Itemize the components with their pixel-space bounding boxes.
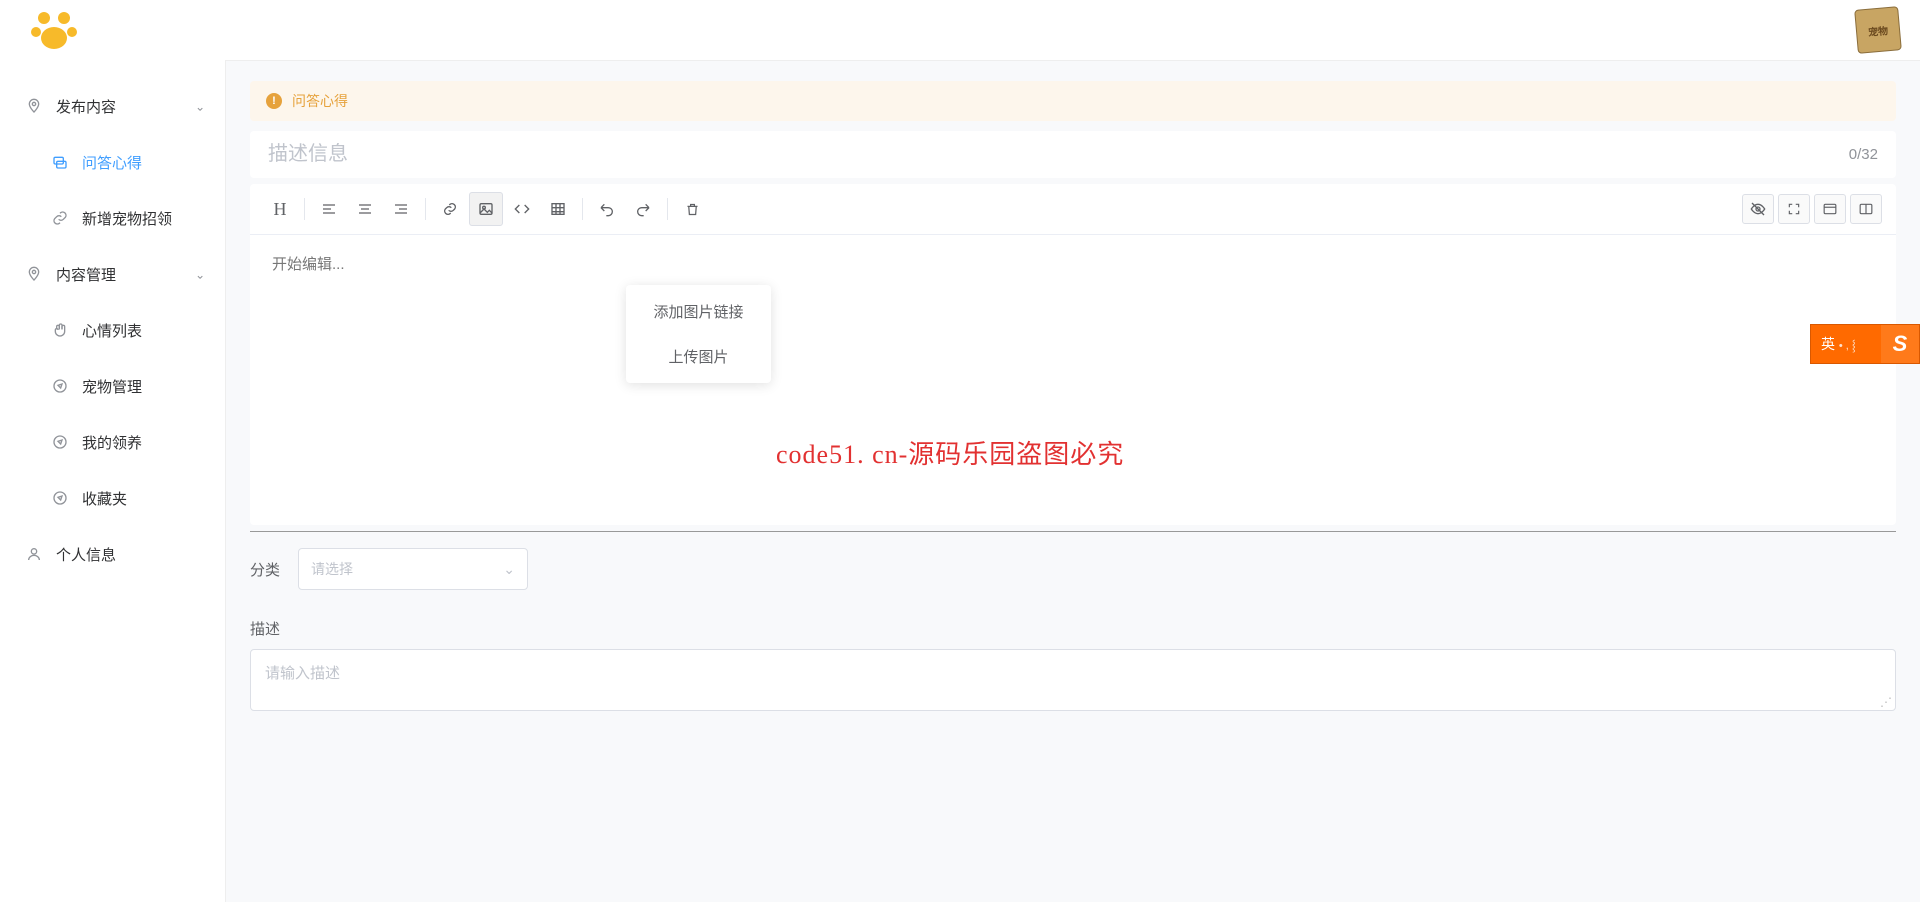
link-chain-icon (50, 210, 70, 226)
sidebar-item-label: 个人信息 (56, 544, 116, 565)
ime-language-label[interactable]: 英 • , ⸾ (1811, 334, 1864, 354)
textarea-placeholder: 请输入描述 (265, 665, 340, 682)
location-icon (24, 98, 44, 114)
read-mode-button[interactable] (1814, 194, 1846, 224)
rich-editor: H (250, 184, 1896, 525)
sidebar-item-label: 收藏夹 (82, 488, 127, 509)
watermark-text: code51. cn-源码乐园盗图必究 (776, 434, 1124, 471)
align-right-button[interactable] (384, 192, 418, 226)
sidebar-group-label: 内容管理 (56, 264, 116, 285)
split-button[interactable] (1850, 194, 1882, 224)
sidebar-item-qa[interactable]: 问答心得 (0, 134, 225, 190)
chevron-up-icon: ⌃ (195, 99, 205, 113)
hand-icon (50, 322, 70, 338)
separator (425, 198, 426, 220)
undo-button[interactable] (590, 192, 624, 226)
location-icon (24, 266, 44, 282)
title-counter: 0/32 (1849, 146, 1878, 163)
redo-button[interactable] (626, 192, 660, 226)
sidebar-item-label: 问答心得 (82, 152, 142, 173)
dropdown-item-link[interactable]: 添加图片链接 (626, 289, 771, 334)
sidebar-item-new-pet[interactable]: 新增宠物招领 (0, 190, 225, 246)
alert-icon: ! (266, 93, 282, 109)
category-row: 分类 请选择 ⌄ (250, 548, 1896, 590)
dropdown-item-upload[interactable]: 上传图片 (626, 334, 771, 379)
header: 宠物 (0, 0, 1920, 60)
sidebar-item-profile[interactable]: 个人信息 (0, 526, 225, 582)
sidebar-item-mood[interactable]: 心情列表 (0, 302, 225, 358)
link-button[interactable] (433, 192, 467, 226)
user-icon (24, 546, 44, 562)
sidebar-item-label: 心情列表 (82, 320, 142, 341)
separator (304, 198, 305, 220)
compass-icon (50, 378, 70, 394)
editor-toolbar: H (250, 184, 1896, 235)
logo-paw-icon[interactable] (30, 6, 78, 54)
ime-floating-bar[interactable]: 英 • , ⸾ S (1810, 324, 1920, 364)
title-input[interactable] (268, 143, 1849, 166)
title-row: 0/32 (250, 131, 1896, 178)
desc-label: 描述 (250, 618, 1896, 639)
compass-icon (50, 434, 70, 450)
sidebar-item-label: 新增宠物招领 (82, 208, 172, 229)
fullscreen-button[interactable] (1778, 194, 1810, 224)
main-content: ! 问答心得 0/32 H (225, 60, 1920, 902)
chevron-up-icon: ⌃ (195, 267, 205, 281)
desc-textarea[interactable]: 请输入描述 (250, 649, 1896, 711)
image-dropdown: 添加图片链接 上传图片 (626, 285, 771, 383)
sidebar-item-label: 宠物管理 (82, 376, 142, 397)
breadcrumb-banner: ! 问答心得 (250, 81, 1896, 121)
preview-button[interactable] (1742, 194, 1774, 224)
breadcrumb-label: 问答心得 (292, 91, 348, 111)
sidebar-group-label: 发布内容 (56, 96, 116, 117)
align-center-button[interactable] (348, 192, 382, 226)
sidebar: 发布内容 ⌃ 问答心得 新增宠物招领 内容管理 ⌃ 心情列表 (0, 60, 225, 902)
table-button[interactable] (541, 192, 575, 226)
separator (582, 198, 583, 220)
category-label: 分类 (250, 559, 298, 580)
sidebar-item-pets[interactable]: 宠物管理 (0, 358, 225, 414)
editor-content[interactable]: 开始编辑... (250, 235, 1896, 525)
sidebar-item-fav[interactable]: 收藏夹 (0, 470, 225, 526)
image-button[interactable] (469, 192, 503, 226)
sidebar-item-label: 我的领养 (82, 432, 142, 453)
separator (667, 198, 668, 220)
chevron-down-icon: ⌄ (503, 561, 515, 578)
sidebar-group-manage[interactable]: 内容管理 ⌃ (0, 246, 225, 302)
user-avatar[interactable]: 宠物 (1854, 6, 1902, 54)
code-button[interactable] (505, 192, 539, 226)
divider (250, 531, 1896, 532)
qa-icon (50, 154, 70, 170)
heading-button[interactable]: H (263, 192, 297, 226)
trash-button[interactable] (675, 192, 709, 226)
sidebar-group-publish[interactable]: 发布内容 ⌃ (0, 78, 225, 134)
category-select[interactable]: 请选择 ⌄ (298, 548, 528, 590)
sidebar-item-adopt[interactable]: 我的领养 (0, 414, 225, 470)
compass-icon (50, 490, 70, 506)
editor-placeholder: 开始编辑... (272, 256, 345, 273)
select-placeholder: 请选择 (311, 559, 353, 579)
align-left-button[interactable] (312, 192, 346, 226)
ime-sogou-icon[interactable]: S (1881, 325, 1919, 363)
